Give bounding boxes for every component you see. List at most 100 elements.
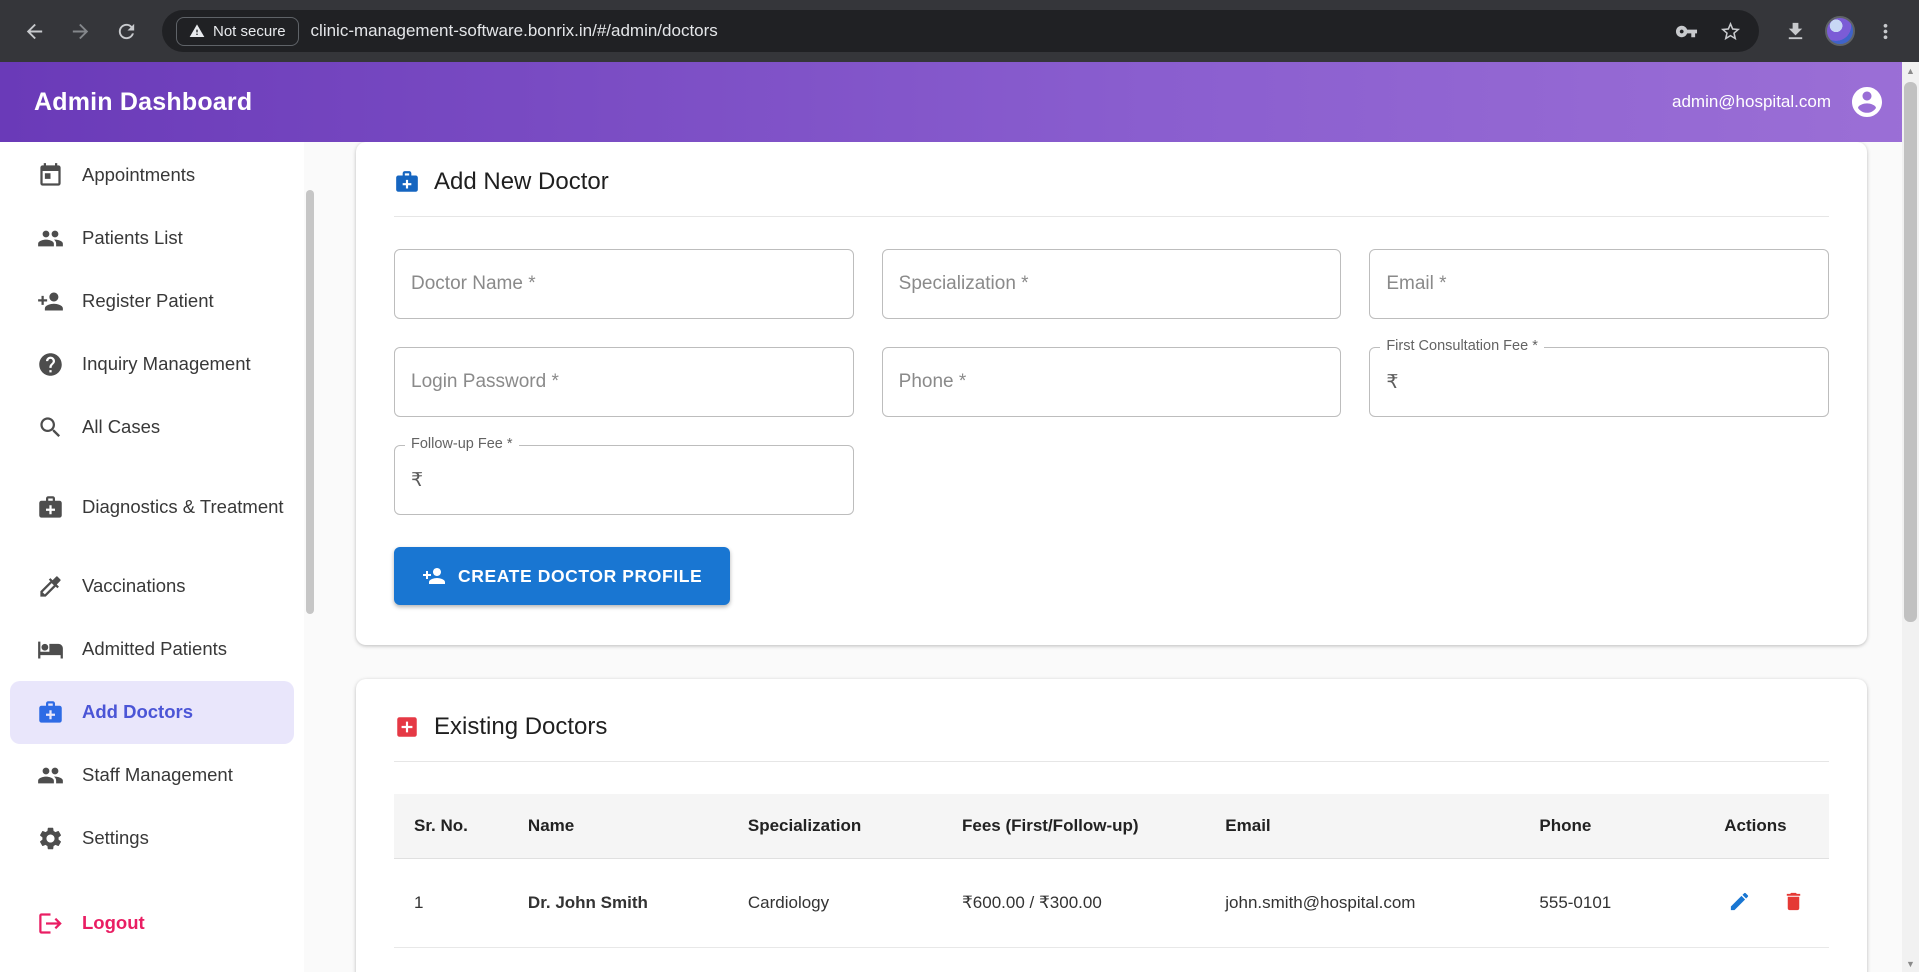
specialization-input[interactable] <box>899 273 1325 295</box>
rupee-prefix: ₹ <box>411 469 423 492</box>
sidebar-scrollbar-thumb[interactable] <box>306 190 314 614</box>
medical-cross-icon <box>394 714 420 740</box>
email-field[interactable] <box>1369 249 1829 319</box>
people-icon <box>37 762 64 789</box>
specialization-field[interactable] <box>882 249 1342 319</box>
medical-bag-icon <box>37 699 64 726</box>
first-consultation-fee-input[interactable] <box>1408 371 1812 393</box>
add-doctor-form: First Consultation Fee * ₹ Follow-up Fee… <box>394 249 1829 515</box>
scrollbar-up-arrow[interactable]: ▲ <box>1902 62 1919 79</box>
account-circle-icon[interactable] <box>1849 84 1885 120</box>
create-doctor-button-label: CREATE DOCTOR PROFILE <box>458 566 702 587</box>
syringe-icon <box>37 573 64 600</box>
divider <box>394 216 1829 217</box>
password-key-icon[interactable] <box>1671 16 1701 46</box>
phone-input[interactable] <box>899 371 1325 393</box>
back-icon[interactable] <box>14 11 54 51</box>
followup-fee-field[interactable]: Follow-up Fee * ₹ <box>394 445 854 515</box>
col-phone: Phone <box>1519 794 1704 859</box>
doctor-phone-cell: 555-0101 <box>1519 859 1704 948</box>
sidebar-item-vaccinations[interactable]: Vaccinations <box>0 555 304 618</box>
doctor-name-field[interactable] <box>394 249 854 319</box>
url-text: clinic-management-software.bonrix.in/#/a… <box>311 21 1659 41</box>
card-title-text: Existing Doctors <box>434 713 607 741</box>
warning-icon <box>189 23 205 39</box>
sidebar-item-admitted-patients[interactable]: Admitted Patients <box>0 618 304 681</box>
login-password-field[interactable] <box>394 347 854 417</box>
add-doctor-card: Add New Doctor <box>356 142 1867 645</box>
col-specialization: Specialization <box>728 794 942 859</box>
sidebar-item-inquiry-management[interactable]: Inquiry Management <box>0 333 304 396</box>
sidebar-item-patients-list[interactable]: Patients List <box>0 207 304 270</box>
sidebar-item-logout[interactable]: Logout <box>0 892 304 955</box>
browser-menu-icon[interactable] <box>1865 11 1905 51</box>
sidebar-item-add-doctors[interactable]: Add Doctors <box>10 681 294 744</box>
people-icon <box>37 225 64 252</box>
url-bar[interactable]: Not secure clinic-management-software.bo… <box>162 10 1759 52</box>
sidebar-item-appointments[interactable]: Appointments <box>0 144 304 207</box>
app-header: Admin Dashboard admin@hospital.com <box>0 62 1919 142</box>
browser-toolbar: Not secure clinic-management-software.bo… <box>0 0 1919 62</box>
user-email: admin@hospital.com <box>1672 92 1831 112</box>
help-icon <box>37 351 64 378</box>
edit-doctor-button[interactable] <box>1724 886 1755 920</box>
rupee-prefix: ₹ <box>1386 371 1398 394</box>
refresh-icon[interactable] <box>106 11 146 51</box>
scrollbar-down-arrow[interactable]: ▼ <box>1902 955 1919 972</box>
col-name: Name <box>508 794 728 859</box>
person-add-icon <box>37 288 64 315</box>
security-chip[interactable]: Not secure <box>176 17 299 46</box>
sidebar-item-label: Add Doctors <box>82 700 193 725</box>
doctor-sr-cell: 1 <box>394 859 508 948</box>
sidebar-item-label: Settings <box>82 826 149 851</box>
delete-doctor-button[interactable] <box>1778 886 1809 920</box>
medical-bag-icon <box>37 494 64 521</box>
sidebar-item-label: All Cases <box>82 415 160 440</box>
table-header-row: Sr. No. Name Specialization Fees (First/… <box>394 794 1829 859</box>
first-consultation-fee-field[interactable]: First Consultation Fee * ₹ <box>1369 347 1829 417</box>
page: Not secure clinic-management-software.bo… <box>0 0 1919 972</box>
doctor-name-input[interactable] <box>411 273 837 295</box>
medical-bag-icon <box>394 169 420 195</box>
sidebar-item-settings[interactable]: Settings <box>0 807 304 870</box>
page-title: Admin Dashboard <box>34 88 1672 117</box>
login-password-input[interactable] <box>411 371 837 393</box>
sidebar-item-label: Admitted Patients <box>82 637 227 662</box>
person-add-icon <box>422 564 446 588</box>
divider <box>394 761 1829 762</box>
forward-icon[interactable] <box>60 11 100 51</box>
download-icon[interactable] <box>1775 11 1815 51</box>
window-scrollbar[interactable]: ▲ ▼ <box>1902 62 1919 972</box>
followup-fee-input[interactable] <box>433 469 837 491</box>
bookmark-star-icon[interactable] <box>1715 16 1745 46</box>
phone-field[interactable] <box>882 347 1342 417</box>
sidebar-item-label: Logout <box>82 911 145 936</box>
sidebar-scrollbar[interactable] <box>304 142 316 972</box>
sidebar-item-all-cases[interactable]: All Cases <box>0 396 304 459</box>
email-input[interactable] <box>1386 273 1812 295</box>
bed-icon <box>37 636 64 663</box>
sidebar-item-diagnostics-treatment[interactable]: Diagnostics & Treatment <box>0 459 304 555</box>
search-icon <box>37 414 64 441</box>
gear-icon <box>37 825 64 852</box>
doctors-table: Sr. No. Name Specialization Fees (First/… <box>394 794 1829 948</box>
sidebar-item-staff-management[interactable]: Staff Management <box>0 744 304 807</box>
scrollbar-thumb[interactable] <box>1904 82 1917 622</box>
sidebar-item-register-patient[interactable]: Register Patient <box>0 270 304 333</box>
sidebar: Appointments Patients List Register Pati… <box>0 142 304 972</box>
doctor-specialization-cell: Cardiology <box>728 859 942 948</box>
doctor-actions-cell <box>1704 859 1829 948</box>
sidebar-item-label: Vaccinations <box>82 574 186 599</box>
sidebar-item-label: Patients List <box>82 226 183 251</box>
sidebar-item-label: Appointments <box>82 163 195 188</box>
trash-icon <box>1782 890 1805 913</box>
first-fee-label: First Consultation Fee * <box>1380 338 1544 354</box>
sidebar-item-label: Register Patient <box>82 289 214 314</box>
browser-profile-avatar[interactable] <box>1825 16 1855 46</box>
card-title-text: Add New Doctor <box>434 168 609 196</box>
add-doctor-title-row: Add New Doctor <box>394 168 1829 196</box>
followup-fee-label: Follow-up Fee * <box>405 436 519 452</box>
existing-doctors-card: Existing Doctors Sr. No. Name Specializa… <box>356 679 1867 972</box>
create-doctor-profile-button[interactable]: CREATE DOCTOR PROFILE <box>394 547 730 605</box>
col-fees: Fees (First/Follow-up) <box>942 794 1205 859</box>
